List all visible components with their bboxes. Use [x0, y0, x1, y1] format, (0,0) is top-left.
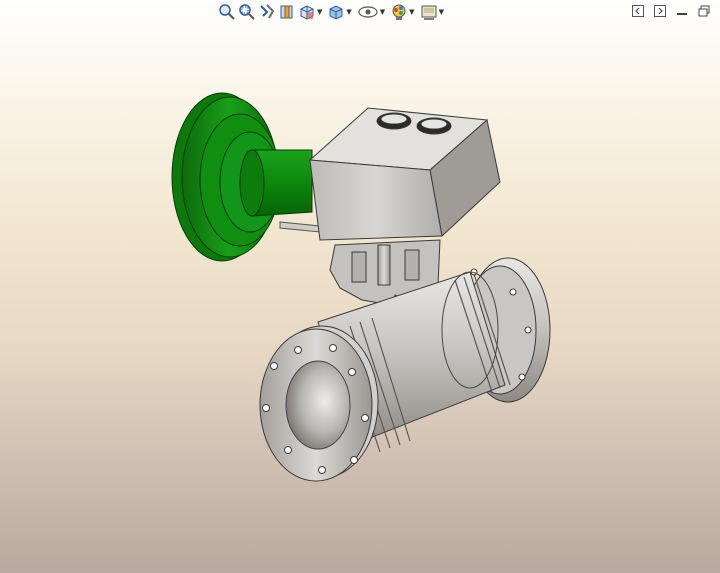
- previous-view-icon: [258, 3, 276, 21]
- previous-view-button[interactable]: [258, 2, 276, 22]
- tile-right-button[interactable]: [652, 3, 668, 19]
- chevron-down-icon: ▼: [346, 8, 352, 16]
- chevron-down-icon: ▼: [438, 8, 444, 16]
- section-view-button[interactable]: [278, 2, 296, 22]
- zoom-to-fit-icon: [218, 3, 236, 21]
- display-style-icon: [327, 3, 345, 21]
- minimize-icon: [676, 2, 688, 21]
- section-view-icon: [278, 3, 296, 21]
- restore-button[interactable]: [696, 3, 712, 19]
- tile-left-button[interactable]: [630, 3, 646, 19]
- zoom-to-fit-button[interactable]: [218, 2, 236, 22]
- chevron-down-icon: ▼: [317, 8, 323, 16]
- view-orientation-icon: [298, 3, 316, 21]
- hide-show-items-icon: [357, 3, 379, 21]
- chevron-down-icon: ▼: [409, 8, 415, 16]
- minimize-button[interactable]: [674, 3, 690, 19]
- hide-show-items-button[interactable]: ▼: [357, 2, 388, 22]
- tile-right-icon: [654, 2, 666, 21]
- apply-scene-icon: [420, 3, 438, 21]
- edit-appearance-button[interactable]: ▼: [390, 2, 417, 22]
- window-controls: [630, 3, 720, 19]
- view-orientation-button[interactable]: ▼: [298, 2, 325, 22]
- zoom-to-area-icon: [238, 3, 256, 21]
- edit-appearance-icon: [390, 3, 408, 21]
- apply-scene-button[interactable]: ▼: [420, 2, 447, 22]
- tile-left-icon: [632, 2, 644, 21]
- positioner-housing[interactable]: [308, 107, 501, 241]
- heads-up-view-toolbar: ▼ ▼ ▼ ▼ ▼: [218, 0, 447, 24]
- restore-icon: [698, 2, 710, 21]
- chevron-down-icon: ▼: [379, 8, 386, 16]
- inlet-flange[interactable]: [259, 325, 379, 482]
- display-style-button[interactable]: ▼: [327, 2, 354, 22]
- zoom-to-area-button[interactable]: [238, 2, 256, 22]
- graphics-viewport[interactable]: [0, 0, 720, 573]
